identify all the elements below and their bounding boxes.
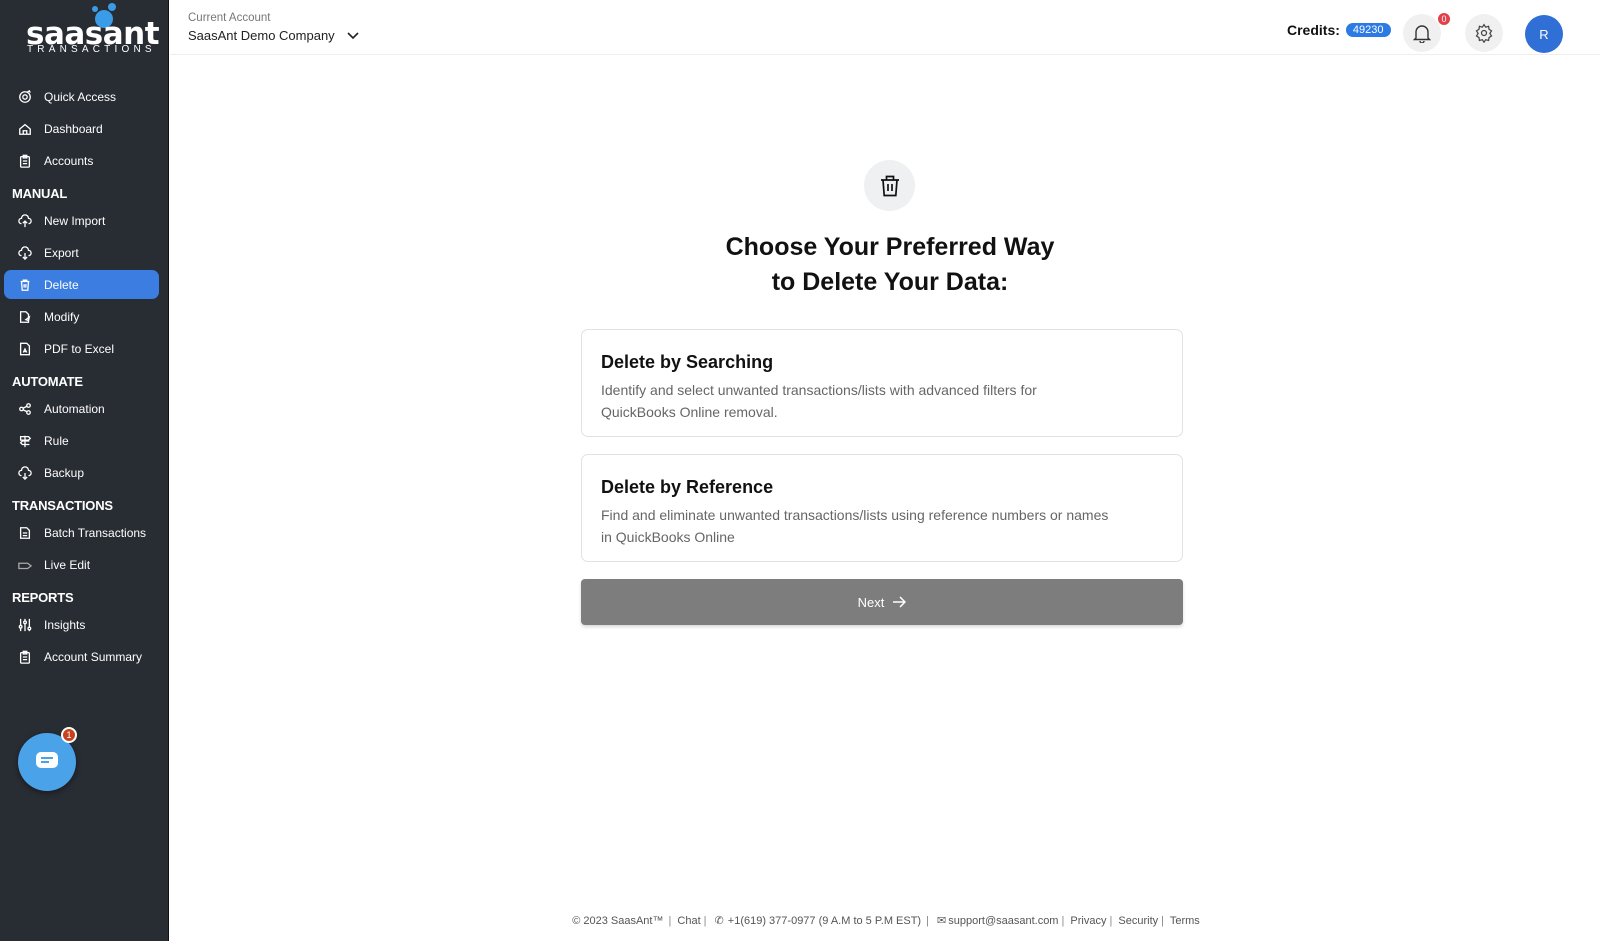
page-title: Choose Your Preferred Way to Delete Your… xyxy=(600,230,1180,300)
credits-value: 49230 xyxy=(1345,23,1391,37)
sidebar-item-label: Modify xyxy=(44,309,80,324)
logo-subtitle: TRANSACTIONS xyxy=(27,44,156,55)
current-account-label: Current Account xyxy=(188,12,271,24)
sidebar-item-label: Automation xyxy=(44,401,105,416)
clipboard-icon xyxy=(17,153,33,169)
sidebar: saasant TRANSACTIONS Quick Access Dashbo… xyxy=(0,0,169,941)
sidebar-item-batch-transactions[interactable]: Batch Transactions xyxy=(4,518,159,547)
sidebar-item-insights[interactable]: Insights xyxy=(4,610,159,639)
sidebar-item-backup[interactable]: Backup xyxy=(4,458,159,487)
chevron-down-icon xyxy=(347,31,359,39)
sidebar-item-label: Dashboard xyxy=(44,121,103,136)
gear-icon xyxy=(1475,23,1493,43)
sidebar-item-automation[interactable]: Automation xyxy=(4,394,159,423)
bell-icon xyxy=(1413,25,1431,43)
share-nodes-icon xyxy=(17,401,33,417)
credits-display: Credits: 49230 xyxy=(1287,22,1391,38)
footer-terms-link[interactable]: Terms xyxy=(1170,915,1200,927)
clipboard-list-icon xyxy=(17,649,33,665)
section-transactions: TRANSACTIONS xyxy=(12,498,113,513)
document-icon xyxy=(17,525,33,541)
sidebar-item-label: Export xyxy=(44,245,79,260)
sidebar-item-label: Batch Transactions xyxy=(44,525,147,540)
cloud-backup-icon xyxy=(17,465,33,481)
footer: © 2023 SaasAnt™ | Chat | ✆ +1(619) 377-0977… xyxy=(572,915,1200,927)
option-title: Delete by Searching xyxy=(601,352,774,372)
section-automate: AUTOMATE xyxy=(12,374,83,389)
section-reports: REPORTS xyxy=(12,590,74,605)
option-description: Identify and select unwanted transaction… xyxy=(601,379,1163,423)
option-description-line: Find and eliminate unwanted transactions… xyxy=(601,507,1109,523)
sidebar-item-pdf-to-excel[interactable]: PDF to Excel xyxy=(4,334,159,363)
option-description: Find and eliminate unwanted transactions… xyxy=(601,504,1163,548)
next-button[interactable]: Next xyxy=(581,579,1183,625)
top-bar: Current Account SaasAnt Demo Company Cre… xyxy=(170,0,1600,55)
sliders-icon xyxy=(17,617,33,633)
sidebar-item-delete[interactable]: Delete xyxy=(4,270,159,299)
logo-node-icon xyxy=(108,3,116,11)
sidebar-item-rule[interactable]: Rule xyxy=(4,426,159,455)
notifications-count-badge: 0 xyxy=(1437,12,1451,26)
file-edit-icon xyxy=(17,309,33,325)
sidebar-item-label: Quick Access xyxy=(44,89,117,104)
pencil-tag-icon xyxy=(17,557,33,573)
cloud-download-icon xyxy=(17,245,33,261)
arrow-right-icon xyxy=(893,596,907,608)
sidebar-item-label: Live Edit xyxy=(44,557,91,572)
sidebar-item-label: Accounts xyxy=(44,153,94,168)
option-delete-by-reference[interactable]: Delete by Reference Find and eliminate u… xyxy=(581,454,1183,562)
account-name: SaasAnt Demo Company xyxy=(188,28,335,43)
option-title: Delete by Reference xyxy=(601,477,774,497)
account-selector[interactable]: SaasAnt Demo Company xyxy=(188,28,359,43)
trash-icon xyxy=(880,175,899,196)
sidebar-item-live-edit[interactable]: Live Edit xyxy=(4,550,159,579)
trash-icon xyxy=(17,277,33,293)
delete-hero-icon-container xyxy=(864,160,915,211)
sidebar-item-label: Account Summary xyxy=(44,649,143,664)
sidebar-item-label: PDF to Excel xyxy=(44,341,115,356)
sidebar-item-accounts[interactable]: Accounts xyxy=(4,146,159,175)
sidebar-item-label: Delete xyxy=(44,277,79,292)
sidebar-item-account-summary[interactable]: Account Summary xyxy=(4,642,159,671)
option-description-line: in QuickBooks Online xyxy=(601,529,735,545)
pdf-file-icon xyxy=(17,341,33,357)
sidebar-item-quick-access[interactable]: Quick Access xyxy=(4,82,159,111)
cloud-upload-icon xyxy=(17,213,33,229)
option-delete-by-searching[interactable]: Delete by Searching Identify and select … xyxy=(581,329,1183,437)
sidebar-item-label: New Import xyxy=(44,213,106,228)
footer-email-link[interactable]: support@saasant.com xyxy=(948,915,1058,927)
sidebar-item-dashboard[interactable]: Dashboard xyxy=(4,114,159,143)
footer-privacy-link[interactable]: Privacy xyxy=(1070,915,1106,927)
option-description-line: QuickBooks Online removal. xyxy=(601,404,778,420)
mail-icon: ✉ xyxy=(937,915,947,927)
notifications-button[interactable] xyxy=(1403,14,1441,52)
chat-bubble-icon xyxy=(35,751,59,774)
page-title-line1: Choose Your Preferred Way xyxy=(725,233,1055,261)
footer-copyright: © 2023 SaasAnt™ xyxy=(572,915,664,927)
option-description-line: Identify and select unwanted transaction… xyxy=(601,382,1037,398)
sidebar-item-label: Backup xyxy=(44,465,85,480)
footer-security-link[interactable]: Security xyxy=(1118,915,1158,927)
next-button-label: Next xyxy=(857,594,885,610)
logo-node-icon xyxy=(92,6,98,12)
target-icon xyxy=(17,89,33,105)
sidebar-item-export[interactable]: Export xyxy=(4,238,159,267)
page-title-line2: to Delete Your Data: xyxy=(771,268,1009,296)
section-manual: MANUAL xyxy=(12,186,68,201)
saasant-logo[interactable]: saasant TRANSACTIONS xyxy=(22,2,160,56)
phone-icon: ✆ xyxy=(714,915,724,927)
sidebar-item-new-import[interactable]: New Import xyxy=(4,206,159,235)
chat-unread-badge: 1 xyxy=(61,727,77,743)
settings-button[interactable] xyxy=(1465,14,1503,52)
signpost-icon xyxy=(17,433,33,449)
footer-phone: +1(619) 377-0977 (9 A.M to 5 P.M EST) xyxy=(727,915,922,927)
sidebar-item-label: Insights xyxy=(44,617,86,632)
credits-label: Credits: xyxy=(1287,22,1340,38)
footer-chat-link[interactable]: Chat xyxy=(677,915,700,927)
sidebar-item-label: Rule xyxy=(44,433,69,448)
user-avatar[interactable]: R xyxy=(1525,15,1563,53)
sidebar-item-modify[interactable]: Modify xyxy=(4,302,159,331)
home-icon xyxy=(17,121,33,137)
